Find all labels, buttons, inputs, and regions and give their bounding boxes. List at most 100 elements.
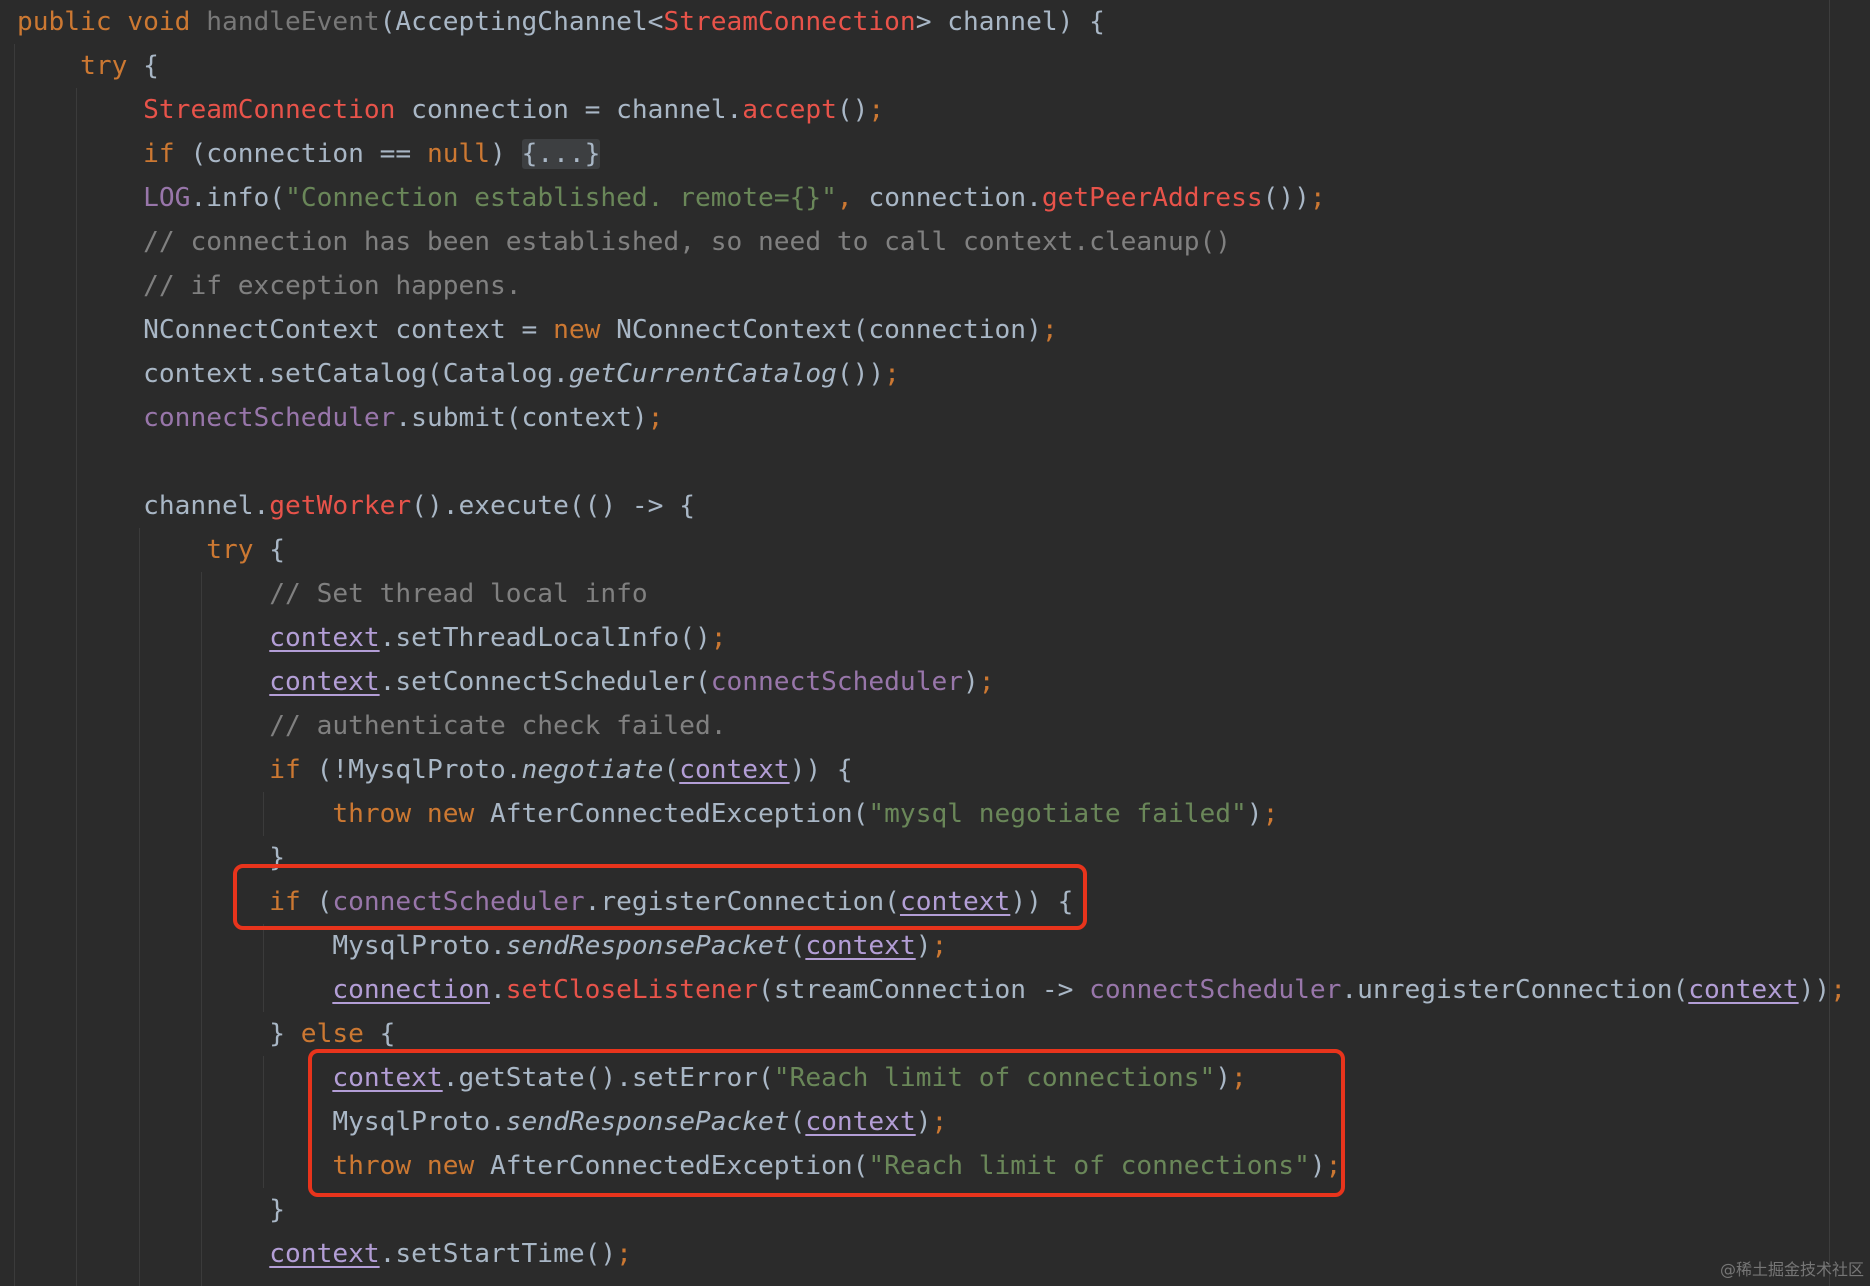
code-line[interactable] xyxy=(17,440,1846,484)
code-token: sendResponsePacket xyxy=(505,931,790,961)
code-line[interactable]: if (!MysqlProto.negotiate(context)) { xyxy=(17,748,1846,792)
code-token: ) xyxy=(490,139,522,169)
indent-guide xyxy=(14,44,15,1286)
code-line[interactable]: // authenticate check failed. xyxy=(17,704,1846,748)
code-token: context xyxy=(269,1239,380,1269)
code-token: ( xyxy=(663,755,680,785)
code-token: .submit(context) xyxy=(395,403,648,433)
code-token: } xyxy=(17,1195,286,1225)
code-token: // connection has been established, so n… xyxy=(143,227,1232,257)
code-token: getWorker xyxy=(269,491,412,521)
code-token: context xyxy=(1688,975,1799,1005)
code-token: // authenticate check failed. xyxy=(269,711,727,741)
code-token: ) xyxy=(1246,799,1263,829)
code-token: > channel) { xyxy=(915,7,1105,37)
code-token: getPeerAddress xyxy=(1041,183,1263,213)
code-line[interactable]: connectScheduler.submit(context); xyxy=(17,396,1846,440)
code-token: (AcceptingChannel< xyxy=(379,7,664,37)
code-token: )) xyxy=(1798,975,1831,1005)
code-token: ; xyxy=(931,931,948,961)
code-line[interactable]: // connection has been established, so n… xyxy=(17,220,1846,264)
code-token: new xyxy=(553,315,601,345)
code-token: ().execute(() -> { xyxy=(411,491,695,521)
code-line[interactable]: context.setConnectScheduler(connectSched… xyxy=(17,660,1846,704)
code-line[interactable]: channel.getWorker().execute(() -> { xyxy=(17,484,1846,528)
code-line[interactable]: MysqlProto.sendResponsePacket(context); xyxy=(17,924,1846,968)
code-token: "Connection established. remote={}" xyxy=(285,183,837,213)
code-token: // if exception happens. xyxy=(143,271,522,301)
code-token: channel. xyxy=(17,491,270,521)
code-line[interactable]: context.setCatalog(Catalog.getCurrentCat… xyxy=(17,352,1846,396)
code-token: ; xyxy=(616,1239,632,1269)
code-token: ; xyxy=(647,403,664,433)
code-token: throw new xyxy=(332,799,475,829)
code-token: if xyxy=(143,139,175,169)
code-token: // Set thread local info xyxy=(269,579,648,609)
code-line[interactable]: // Set thread local info xyxy=(17,572,1846,616)
code-token: ; xyxy=(1262,799,1279,829)
code-line[interactable]: // if exception happens. xyxy=(17,264,1846,308)
code-token: context xyxy=(269,623,380,653)
code-line[interactable]: throw new AfterConnectedException("mysql… xyxy=(17,792,1846,836)
code-token: MysqlProto. xyxy=(17,931,506,961)
code-line[interactable]: public void handleEvent(AcceptingChannel… xyxy=(17,0,1846,44)
code-token: ; xyxy=(1309,183,1326,213)
code-token: connection = channel. xyxy=(395,95,743,125)
code-token: connectScheduler xyxy=(1089,975,1342,1005)
code-token: { xyxy=(363,1019,396,1049)
code-token: ; xyxy=(978,667,995,697)
code-token: () xyxy=(836,95,869,125)
code-line[interactable]: try { xyxy=(17,44,1846,88)
code-token: .setStartTime() xyxy=(379,1239,617,1269)
code-token: { xyxy=(127,51,159,81)
watermark: @稀土掘金技术社区 xyxy=(1719,1260,1864,1279)
code-token: accept xyxy=(742,95,837,125)
code-token: try xyxy=(80,51,128,81)
code-token: setCloseListener xyxy=(505,975,759,1005)
code-token: context.setCatalog(Catalog. xyxy=(17,359,569,389)
highlight-box-reach-limit xyxy=(308,1049,1345,1197)
code-line[interactable]: try { xyxy=(17,528,1846,572)
code-token: AfterConnectedException( xyxy=(474,799,869,829)
code-line[interactable]: if (connection == null) {...} xyxy=(17,132,1846,176)
code-line[interactable]: context.setThreadLocalInfo(); xyxy=(17,616,1846,660)
folded-code-block[interactable]: {...} xyxy=(521,139,601,169)
code-token: ; xyxy=(868,95,885,125)
code-line[interactable]: StreamConnection connection = channel.ac… xyxy=(17,88,1846,132)
highlight-box-register-connection xyxy=(233,864,1087,930)
code-token: StreamConnection xyxy=(143,95,396,125)
code-line[interactable]: connection.setCloseListener(streamConnec… xyxy=(17,968,1846,1012)
code-token: ()) xyxy=(836,359,885,389)
code-token: NConnectContext(connection) xyxy=(600,315,1042,345)
code-token: . xyxy=(490,975,506,1005)
code-editor[interactable]: public void handleEvent(AcceptingChannel… xyxy=(0,0,1870,1286)
code-line[interactable]: context.setStartTime(); xyxy=(17,1232,1846,1276)
code-token: connection. xyxy=(868,183,1042,213)
code-token: handleEvent xyxy=(206,7,380,37)
code-token: } xyxy=(17,1019,301,1049)
code-token: context xyxy=(269,667,380,697)
code-line[interactable]: NConnectContext context = new NConnectCo… xyxy=(17,308,1846,352)
code-token: { xyxy=(253,535,286,565)
code-token: try xyxy=(206,535,254,565)
code-token: .unregisterConnection( xyxy=(1341,975,1689,1005)
code-token: StreamConnection xyxy=(663,7,916,37)
code-token: context xyxy=(805,931,916,961)
code-token: connectScheduler xyxy=(710,667,963,697)
code-line[interactable]: LOG.info("Connection established. remote… xyxy=(17,176,1846,220)
code-token: ) xyxy=(963,667,979,697)
